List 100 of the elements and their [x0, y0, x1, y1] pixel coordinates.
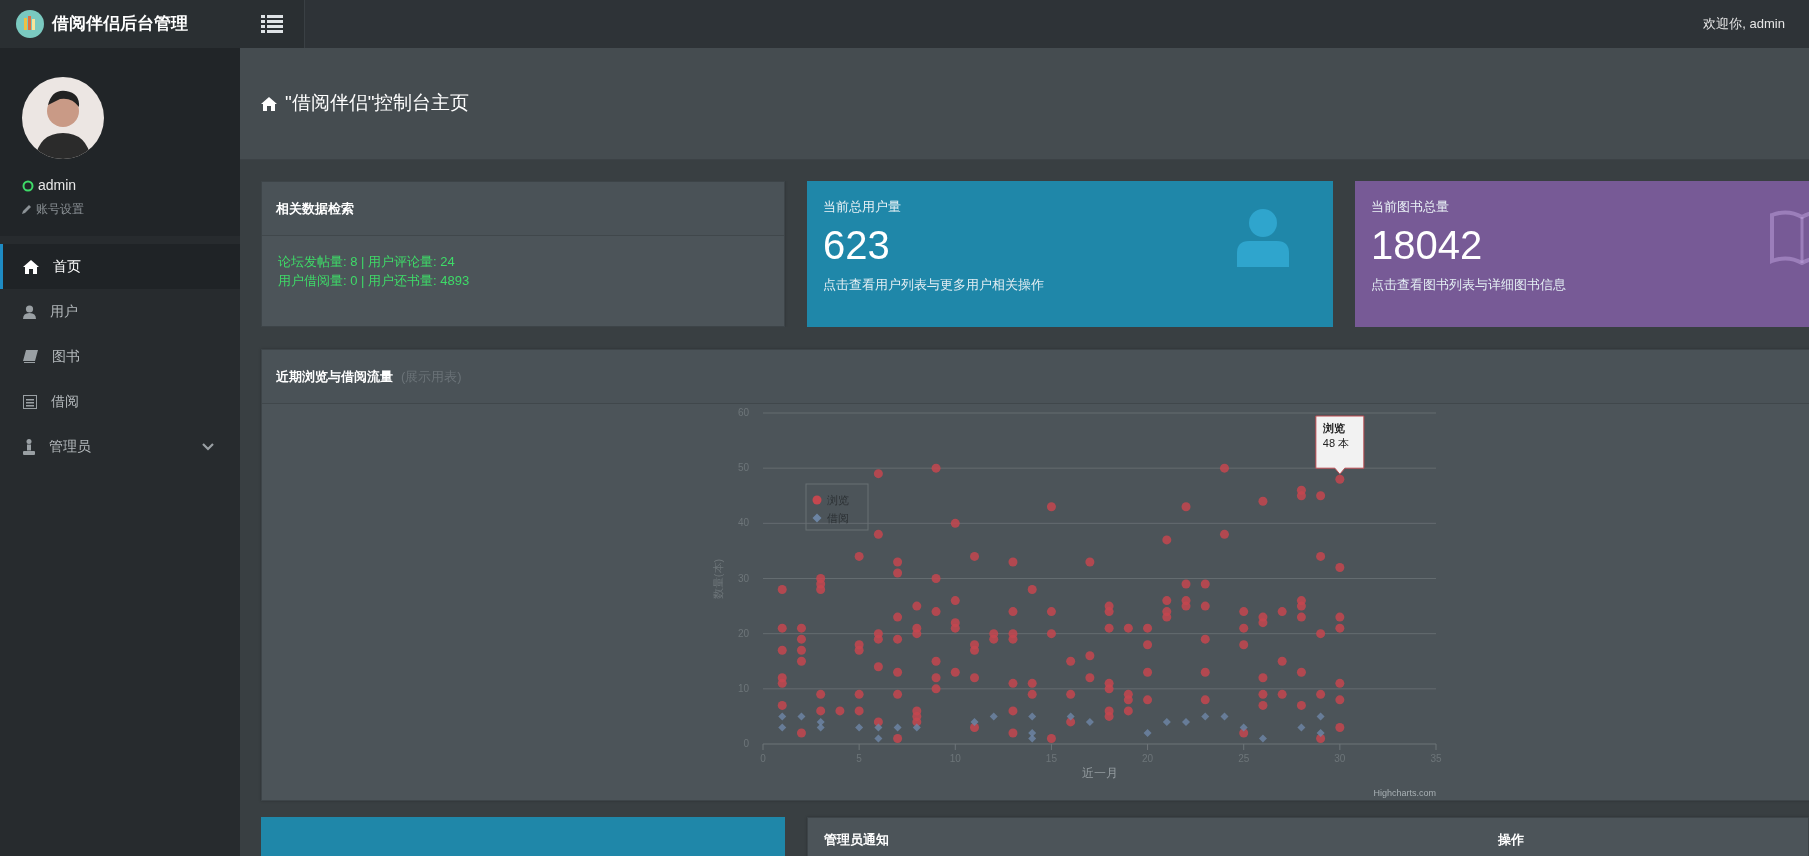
- data-point: [989, 634, 999, 644]
- home-icon: [23, 259, 39, 274]
- data-point: [1258, 700, 1268, 710]
- data-point: [777, 623, 787, 633]
- data-point: [893, 612, 903, 622]
- data-point: [1296, 700, 1306, 710]
- axis-title: 近一月: [1081, 766, 1118, 780]
- data-point: [1335, 623, 1345, 633]
- chart-credit[interactable]: Highcharts.com: [1373, 788, 1436, 798]
- list-icon: [23, 394, 37, 409]
- data-point: [855, 723, 864, 732]
- book-icon: [23, 350, 38, 363]
- data-point: [1162, 612, 1172, 622]
- data-point: [1008, 728, 1018, 738]
- data-point: [1181, 502, 1191, 512]
- data-point: [1104, 623, 1114, 633]
- data-point: [1316, 551, 1326, 561]
- data-point: [1162, 535, 1172, 545]
- user-icon: [23, 304, 36, 319]
- data-point: [950, 667, 960, 677]
- nav-item[interactable]: 首页: [0, 244, 240, 289]
- data-point: [777, 700, 787, 710]
- nav-item[interactable]: 借阅: [0, 379, 240, 424]
- data-point: [1335, 562, 1345, 572]
- data-point: [816, 717, 825, 726]
- data-point: [1335, 612, 1345, 622]
- data-point: [1027, 689, 1037, 699]
- data-point: [777, 678, 787, 688]
- data-point: [1258, 618, 1268, 628]
- data-point: [1258, 734, 1267, 743]
- data-point: [874, 723, 883, 732]
- nav-item[interactable]: 图书: [0, 334, 240, 379]
- data-point: [873, 634, 883, 644]
- data-point: [873, 529, 883, 539]
- data-point: [970, 673, 979, 683]
- pencil-icon: [22, 204, 32, 214]
- data-point: [1316, 712, 1325, 721]
- data-point: [1143, 623, 1153, 633]
- data-point: [1296, 491, 1306, 501]
- data-point: [931, 673, 941, 683]
- data-point: [1200, 634, 1210, 644]
- data-point: [1297, 723, 1306, 732]
- home-icon: [261, 96, 277, 111]
- menu-icon[interactable]: [261, 15, 283, 33]
- data-point: [1123, 706, 1133, 716]
- data-point: [1277, 607, 1287, 617]
- panel-title: 相关数据检索: [276, 199, 354, 218]
- data-point: [1143, 640, 1153, 650]
- data-point: [912, 601, 922, 611]
- data-point: [1277, 656, 1287, 666]
- nav-item[interactable]: 用户: [0, 289, 240, 334]
- data-point: [1200, 667, 1210, 677]
- stats-text: 论坛发帖量: 8 | 用户评论量: 24: [278, 253, 456, 271]
- data-point: [893, 557, 903, 567]
- stat-link[interactable]: 点击查看图书列表与详细图书信息: [1371, 274, 1809, 294]
- data-point: [854, 551, 864, 561]
- data-point: [816, 706, 826, 716]
- data-point: [1258, 673, 1268, 683]
- data-point: [796, 645, 806, 655]
- data-point: [873, 662, 883, 672]
- data-point: [931, 656, 941, 666]
- data-point: [1296, 667, 1306, 677]
- data-point: [893, 634, 903, 644]
- data-point: [1085, 557, 1095, 567]
- data-point: [950, 518, 960, 528]
- data-point: [1143, 695, 1153, 705]
- data-point: [950, 596, 960, 606]
- data-point: [1335, 722, 1345, 732]
- data-point: [1316, 689, 1326, 699]
- data-point: [1316, 728, 1325, 737]
- data-point: [912, 723, 921, 732]
- data-point: [950, 623, 960, 633]
- data-point: [777, 585, 787, 595]
- data-point: [1277, 689, 1287, 699]
- data-point: [816, 723, 825, 732]
- data-point: [816, 585, 826, 595]
- data-point: [1258, 496, 1268, 506]
- user-icon: [1237, 209, 1289, 267]
- data-point: [893, 568, 903, 578]
- data-point: [1008, 678, 1018, 688]
- nav-item[interactable]: 管理员: [0, 424, 240, 469]
- panel-title: 近期浏览与借阅流量: [276, 367, 393, 386]
- data-point: [1085, 651, 1095, 661]
- brand-title: 借阅伴侣后台管理: [52, 13, 188, 36]
- stats-text: 用户借阅量: 0 | 用户还书量: 4893: [278, 272, 471, 290]
- data-point: [1143, 728, 1152, 737]
- data-point: [1239, 607, 1249, 617]
- data-point: [893, 723, 902, 732]
- data-point: [1028, 728, 1037, 737]
- data-point: [1258, 689, 1268, 699]
- welcome-text: 欢迎你, admin: [1703, 15, 1785, 34]
- data-point: [777, 645, 787, 655]
- stat-link[interactable]: 点击查看用户列表与更多用户相关操作: [823, 274, 1317, 294]
- data-point: [1104, 607, 1114, 617]
- data-point: [1027, 585, 1037, 595]
- data-point: [1066, 712, 1075, 721]
- settings-link[interactable]: 账号设置: [22, 200, 218, 218]
- data-point: [835, 706, 845, 716]
- data-point: [931, 463, 941, 473]
- panel-title: 管理员通知: [824, 831, 889, 849]
